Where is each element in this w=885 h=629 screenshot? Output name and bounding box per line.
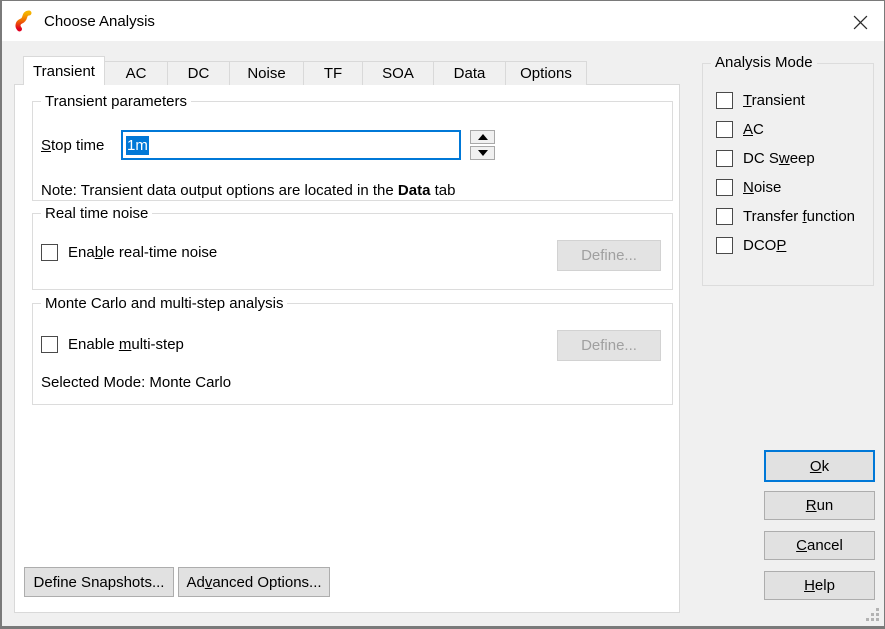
define-noise-button: Define...: [557, 240, 661, 271]
tab-soa[interactable]: SOA: [362, 61, 434, 85]
dc-sweep-checkbox[interactable]: [716, 150, 733, 167]
define-snapshots-button[interactable]: Define Snapshots...: [24, 567, 174, 597]
enable-real-time-noise-row: Enable real-time noise: [41, 244, 217, 261]
transfer-function-checkbox[interactable]: [716, 208, 733, 225]
simetrix-logo-icon: [12, 9, 36, 33]
advanced-options-button[interactable]: Advanced Options...: [178, 567, 330, 597]
stop-time-spinner: [470, 130, 495, 160]
tab-options[interactable]: Options: [505, 61, 587, 85]
analysis-mode-dc-sweep: DC Sweep: [716, 144, 867, 173]
tab-tf[interactable]: TF: [303, 61, 363, 85]
selected-mode-text: Selected Mode: Monte Carlo: [41, 374, 231, 391]
window-title: Choose Analysis: [44, 13, 155, 30]
transient-parameters-group: Transient parameters Stop time 1m Note: …: [32, 101, 673, 201]
analysis-mode-group: Analysis Mode Transient AC DC Sweep Nois…: [702, 63, 874, 286]
analysis-mode-ac: AC: [716, 115, 867, 144]
cancel-button[interactable]: Cancel: [764, 531, 875, 560]
analysis-mode-transfer-function: Transfer function: [716, 202, 867, 231]
stop-time-input[interactable]: 1m: [121, 130, 461, 160]
group-title: Real time noise: [41, 205, 152, 222]
tab-noise[interactable]: Noise: [229, 61, 304, 85]
transient-checkbox[interactable]: [716, 92, 733, 109]
analysis-mode-noise: Noise: [716, 173, 867, 202]
enable-multi-step-row: Enable multi-step: [41, 336, 184, 353]
close-button[interactable]: [846, 9, 874, 35]
resize-grip[interactable]: [864, 608, 879, 623]
stop-time-value: 1m: [126, 136, 149, 155]
monte-carlo-group: Monte Carlo and multi-step analysis Enab…: [32, 303, 673, 405]
noise-checkbox[interactable]: [716, 179, 733, 196]
close-icon: [853, 15, 868, 30]
spinner-up-button[interactable]: [470, 130, 495, 144]
titlebar: Choose Analysis: [2, 1, 884, 41]
group-title: Analysis Mode: [711, 54, 817, 71]
tab-transient[interactable]: Transient: [23, 56, 105, 85]
enable-real-time-noise-checkbox[interactable]: [41, 244, 58, 261]
enable-multi-step-checkbox[interactable]: [41, 336, 58, 353]
ac-checkbox[interactable]: [716, 121, 733, 138]
transient-tab-page: Transient parameters Stop time 1m Note: …: [14, 84, 680, 613]
spinner-down-button[interactable]: [470, 146, 495, 160]
down-arrow-icon: [478, 150, 488, 156]
choose-analysis-dialog: Choose Analysis Transient AC DC Noise TF…: [0, 0, 885, 629]
tab-data[interactable]: Data: [433, 61, 506, 85]
group-title: Monte Carlo and multi-step analysis: [41, 295, 287, 312]
group-title: Transient parameters: [41, 93, 191, 110]
analysis-mode-list: Transient AC DC Sweep Noise Transfer fun…: [716, 86, 867, 260]
enable-multi-step-label: Enable multi-step: [68, 336, 184, 353]
define-multi-step-button: Define...: [557, 330, 661, 361]
tab-bar: Transient AC DC Noise TF SOA Data Option…: [23, 57, 587, 85]
analysis-mode-dcop: DCOP: [716, 231, 867, 260]
dcop-checkbox[interactable]: [716, 237, 733, 254]
transient-note: Note: Transient data output options are …: [41, 182, 455, 199]
help-button[interactable]: Help: [764, 571, 875, 600]
up-arrow-icon: [478, 134, 488, 140]
run-button[interactable]: Run: [764, 491, 875, 520]
ok-button[interactable]: Ok: [764, 450, 875, 482]
analysis-mode-transient: Transient: [716, 86, 867, 115]
tab-dc[interactable]: DC: [167, 61, 230, 85]
stop-time-label: Stop time: [41, 130, 104, 160]
real-time-noise-group: Real time noise Enable real-time noise D…: [32, 213, 673, 290]
tab-ac[interactable]: AC: [104, 61, 168, 85]
enable-real-time-noise-label: Enable real-time noise: [68, 244, 217, 261]
